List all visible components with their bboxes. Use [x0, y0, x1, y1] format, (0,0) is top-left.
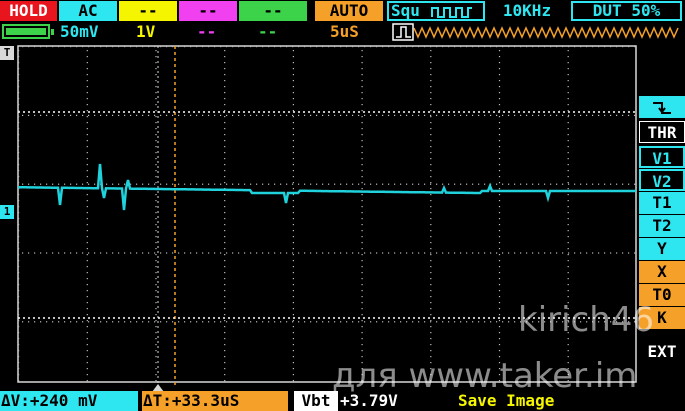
channel-1-marker[interactable]: 1 [0, 205, 14, 219]
trigger-level-marker[interactable]: T [0, 46, 14, 60]
falling-edge-icon [653, 101, 671, 114]
menu-v2[interactable]: V2 [639, 169, 685, 191]
menu-t1[interactable]: T1 [639, 192, 685, 214]
delta-t-readout: ΔT:+33.3uS [142, 391, 288, 411]
menu-x[interactable]: X [639, 261, 685, 283]
menu-t2[interactable]: T2 [639, 215, 685, 237]
menu-ext[interactable]: EXT [639, 341, 685, 363]
menu-v1[interactable]: V1 [639, 146, 685, 168]
menu-y[interactable]: Y [639, 238, 685, 260]
oscilloscope-screen: HOLD AC -- -- -- AUTO Squ 10KHz DUT 50% … [0, 0, 685, 411]
delta-v-readout: ΔV:+240 mV [0, 391, 138, 411]
menu-thr[interactable]: THR [639, 121, 685, 143]
watermark-site: для www.taker.im [332, 356, 638, 396]
watermark-author: kirich46 [518, 300, 655, 340]
signal-trace [17, 163, 636, 211]
trigger-edge-button[interactable] [639, 96, 685, 118]
